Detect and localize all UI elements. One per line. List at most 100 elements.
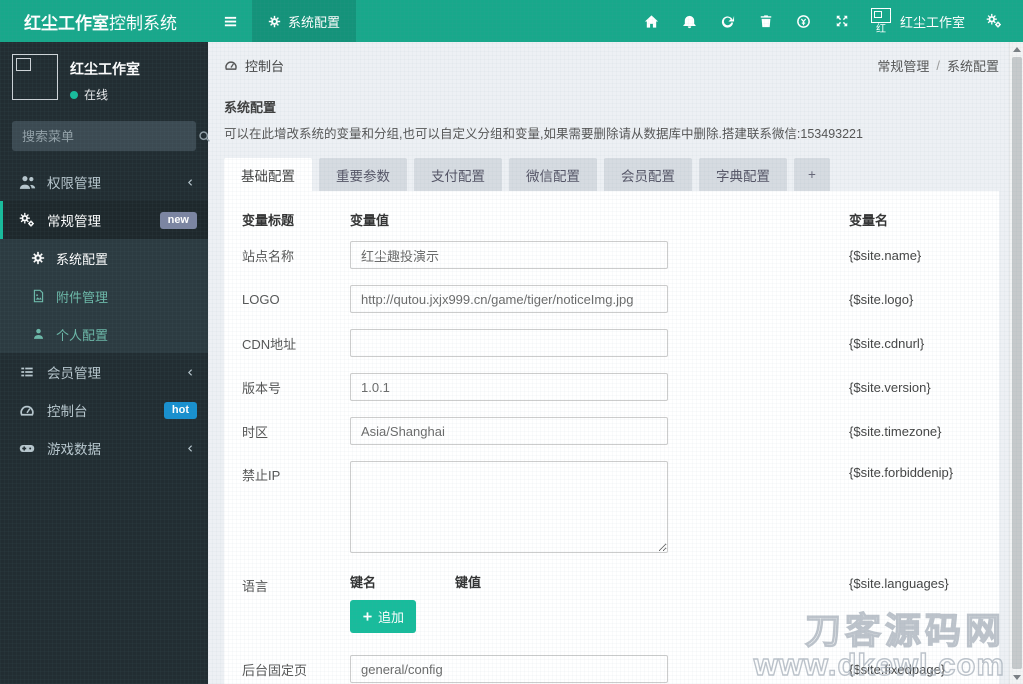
field-label: 时区 xyxy=(242,424,269,440)
config-tabs: 基础配置 重要参数 支付配置 微信配置 会员配置 字典配置 + xyxy=(224,158,999,191)
sidebar-item-member-management[interactable]: 会员管理 xyxy=(0,353,208,391)
field-label: 站点名称 xyxy=(242,248,295,264)
coin-button[interactable] xyxy=(785,0,823,42)
form-row-version: 版本号 {$site.version} xyxy=(242,373,999,401)
main-content: 控制台 常规管理 / 系统配置 系统配置 可以在此增改系统的变量和分组,也可以自… xyxy=(208,42,1023,684)
form-row-fixed-page: 后台固定页 {$site.fixedpage} xyxy=(242,655,999,683)
app-logo-bold: 红尘工作室 xyxy=(24,13,109,33)
page-title: 系统配置 xyxy=(224,100,277,115)
form-row-site-name: 站点名称 {$site.name} xyxy=(242,241,999,269)
field-label: CDN地址 xyxy=(242,336,297,352)
append-button[interactable]: 追加 xyxy=(350,600,417,633)
breadcrumb: 控制台 常规管理 / 系统配置 xyxy=(224,56,999,75)
form-row-timezone: 时区 {$site.timezone} xyxy=(242,417,999,445)
field-var-name: {$site.timezone} xyxy=(849,423,942,439)
user-menu[interactable]: 红 红尘工作室 xyxy=(861,7,975,35)
sidebar-item-label: 个人配置 xyxy=(56,327,109,343)
hot-badge: hot xyxy=(163,401,197,419)
page-description: 可以在此增改系统的变量和分组,也可以自定义分组和变量,如果需要删除请从数据库中删… xyxy=(224,127,863,141)
kv-key-header: 键名 xyxy=(350,575,377,590)
nav-tab-label: 系统配置 xyxy=(288,14,341,30)
col-header-var-value: 变量值 xyxy=(350,212,390,228)
open-page-tab-system-config[interactable]: 系统配置 xyxy=(252,0,357,42)
sidebar-item-label: 系统配置 xyxy=(56,251,109,267)
tab-member-config[interactable]: 会员配置 xyxy=(604,158,692,191)
breadcrumb-parent-link[interactable]: 常规管理 xyxy=(877,56,929,75)
field-label: 后台固定页 xyxy=(242,662,308,678)
sidebar-item-dashboard[interactable]: 控制台 hot xyxy=(0,391,208,429)
search-icon xyxy=(198,130,211,143)
sidebar-toggle-button[interactable] xyxy=(208,0,252,42)
field-var-name: {$site.name} xyxy=(849,247,922,263)
field-var-name: {$site.forbiddenip} xyxy=(849,465,954,480)
fixed-page-input[interactable] xyxy=(350,655,668,683)
cdn-url-input[interactable] xyxy=(350,329,668,357)
sidebar-item-label: 常规管理 xyxy=(47,214,101,229)
cogs-icon xyxy=(986,13,1002,29)
avatar-alt-text: 红 xyxy=(875,23,886,35)
page-header: 系统配置 可以在此增改系统的变量和分组,也可以自定义分组和变量,如果需要删除请从… xyxy=(224,97,999,142)
menu-search-input[interactable] xyxy=(22,128,198,144)
sidebar-item-attachment-management[interactable]: 附件管理 xyxy=(0,277,208,315)
gamepad-icon xyxy=(18,442,36,455)
scrollbar-up-arrow[interactable] xyxy=(1010,42,1023,56)
tab-add-group[interactable]: + xyxy=(794,158,830,191)
append-button-label: 追加 xyxy=(378,610,405,625)
app-logo: 红尘工作室 控制系统 xyxy=(0,0,208,42)
tab-basic-config[interactable]: 基础配置 xyxy=(224,158,312,191)
breadcrumb-separator: / xyxy=(936,58,940,73)
forbidden-ip-textarea[interactable] xyxy=(350,461,668,553)
scrollbar-down-arrow[interactable] xyxy=(1010,670,1023,684)
sidebar-user-panel: 红尘工作室 在线 xyxy=(0,42,208,113)
home-button[interactable] xyxy=(633,0,671,42)
sidebar-item-general-management[interactable]: 常规管理 new xyxy=(0,201,208,239)
chevron-left-icon xyxy=(186,367,195,378)
site-name-input[interactable] xyxy=(350,241,668,269)
field-label: LOGO xyxy=(242,291,280,307)
dashboard-icon xyxy=(224,59,238,72)
kv-value-header: 键值 xyxy=(455,575,482,590)
gear-icon xyxy=(268,15,281,28)
hamburger-icon xyxy=(223,14,238,29)
scrollbar-thumb[interactable] xyxy=(1011,57,1022,669)
top-navbar: 红尘工作室 控制系统 系统配置 红 红尘工作室 xyxy=(0,0,1023,42)
settings-button[interactable] xyxy=(975,0,1013,42)
id-list-icon xyxy=(18,365,36,379)
cogs-icon xyxy=(18,212,36,228)
tab-payment-config[interactable]: 支付配置 xyxy=(414,158,502,191)
sidebar: 红尘工作室 在线 权限管理 常规管理 new 系统配置 xyxy=(0,42,210,684)
tab-wechat-config[interactable]: 微信配置 xyxy=(509,158,597,191)
sidebar-item-permission-management[interactable]: 权限管理 xyxy=(0,163,208,201)
expand-arrows-icon xyxy=(835,14,849,28)
sidebar-search xyxy=(12,121,210,151)
bell-icon xyxy=(682,14,697,29)
field-label: 禁止IP xyxy=(242,468,281,483)
trash-button[interactable] xyxy=(747,0,785,42)
dashboard-icon xyxy=(18,403,36,418)
refresh-button[interactable] xyxy=(709,0,747,42)
form-row-languages: 语言 键名 键值 追加 {$site.languages} xyxy=(242,572,999,633)
online-status-label: 在线 xyxy=(84,88,109,102)
sidebar-item-system-config[interactable]: 系统配置 xyxy=(0,239,208,277)
sidebar-item-game-data[interactable]: 游戏数据 xyxy=(0,429,208,467)
version-input[interactable] xyxy=(350,373,668,401)
field-label: 语言 xyxy=(242,579,269,594)
basic-config-panel: 变量标题 变量值 变量名 站点名称 {$site.name} LOGO {$si… xyxy=(224,191,999,684)
avatar: 红 xyxy=(870,7,891,35)
notifications-button[interactable] xyxy=(671,0,709,42)
timezone-input[interactable] xyxy=(350,417,668,445)
sidebar-item-personal-config[interactable]: 个人配置 xyxy=(0,315,208,353)
breadcrumb-current[interactable]: 系统配置 xyxy=(947,56,999,75)
new-badge: new xyxy=(159,211,197,229)
fullscreen-button[interactable] xyxy=(823,0,861,42)
app-logo-rest: 控制系统 xyxy=(109,13,177,33)
trash-icon xyxy=(759,14,773,28)
tab-dictionary-config[interactable]: 字典配置 xyxy=(699,158,787,191)
sidebar-item-label: 会员管理 xyxy=(47,366,101,381)
tab-important-params[interactable]: 重要参数 xyxy=(319,158,407,191)
file-image-icon xyxy=(30,289,46,303)
sidebar-item-label: 控制台 xyxy=(47,404,88,419)
online-status-dot xyxy=(70,90,78,99)
logo-input[interactable] xyxy=(350,285,668,313)
col-header-var-name: 变量名 xyxy=(849,212,889,228)
